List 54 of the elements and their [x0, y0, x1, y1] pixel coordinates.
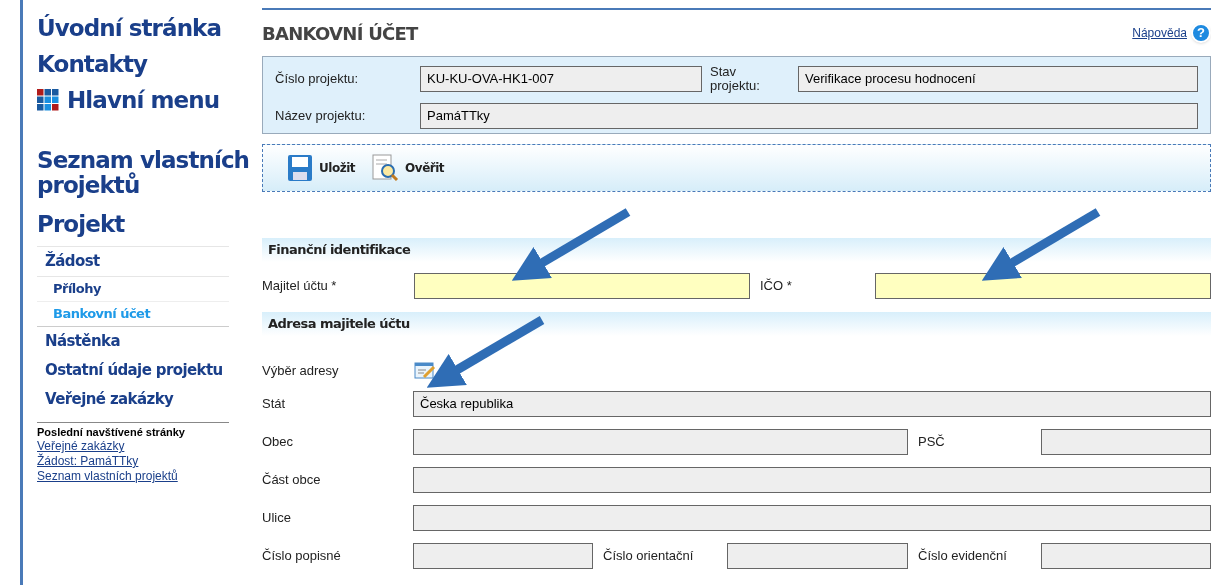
field-label: Číslo evidenční [917, 547, 1008, 566]
field-label: Majitel účtu * [262, 277, 338, 296]
grid-icon [37, 89, 59, 111]
toolbar-button[interactable]: Uložit [287, 154, 356, 182]
arrow-icon [426, 316, 545, 388]
field-label: Ulice [262, 509, 292, 528]
help-link[interactable]: Nápověda [1132, 24, 1187, 42]
toolbar-button[interactable]: Ověřit [371, 154, 445, 182]
input-field[interactable] [413, 467, 1211, 493]
field-label: Stát [262, 395, 287, 414]
input-field[interactable] [875, 273, 1211, 299]
menu-item[interactable]: Přílohy [37, 277, 229, 302]
section-header: Finanční identifikace [262, 238, 1211, 262]
input-field[interactable] [413, 505, 1211, 531]
menu-item[interactable]: Veřejné zakázky [37, 385, 229, 414]
field-label: IČO * [759, 277, 793, 296]
input-field[interactable] [727, 543, 908, 569]
field-label: Výběr adresy [262, 362, 340, 381]
arrow-icon [981, 208, 1101, 281]
recent-pages-title: Poslední navštívené stránky [37, 425, 186, 439]
input-field[interactable]: Verifikace procesu hodnocení [798, 66, 1198, 92]
nav-link[interactable]: Úvodní stránka [37, 10, 250, 46]
nav-link[interactable]: Seznam vlastních projektů [37, 148, 250, 198]
menu-item[interactable]: Žádost [37, 247, 229, 277]
section-header: Adresa majitele účtu [262, 312, 1211, 336]
field-label: Stav projektu: [710, 65, 761, 93]
nav-link[interactable]: Projekt [37, 206, 250, 242]
menu-item[interactable]: Ostatní údaje projektu [37, 356, 229, 385]
address-picker-icon[interactable] [414, 361, 436, 381]
input-field[interactable] [414, 273, 750, 299]
document-magnifier-icon [371, 154, 400, 182]
field-label: Číslo orientační [602, 547, 695, 566]
field-label: PSČ [917, 433, 946, 452]
help-icon: ? [1191, 23, 1211, 43]
arrow-icon [511, 208, 631, 281]
menu-item[interactable]: Nástěnka [37, 327, 229, 356]
input-field[interactable] [413, 429, 908, 455]
recent-link[interactable]: Žádost: PamáTTky [37, 454, 139, 469]
field-label: Název projektu: [275, 107, 367, 126]
input-field[interactable]: Česka republika [413, 391, 1211, 417]
recent-link[interactable]: Veřejné zakázky [37, 439, 125, 454]
nav-link[interactable]: Kontakty [37, 46, 250, 82]
field-label: Číslo projektu: [275, 70, 360, 89]
field-label: Číslo popisné [262, 547, 342, 566]
input-field[interactable] [1041, 543, 1211, 569]
input-field[interactable] [413, 543, 593, 569]
input-field[interactable] [1041, 429, 1211, 455]
recent-link[interactable]: Seznam vlastních projektů [37, 469, 178, 484]
nav-link[interactable]: Hlavní menu [37, 82, 250, 118]
input-field[interactable]: PamáTTky [420, 103, 1198, 129]
field-label: Obec [262, 433, 295, 452]
field-label: Část obce [262, 471, 322, 490]
input-field[interactable]: KU-KU-OVA-HK1-007 [420, 66, 702, 92]
page-title: BANKOVNÍ ÚČET [262, 21, 418, 46]
